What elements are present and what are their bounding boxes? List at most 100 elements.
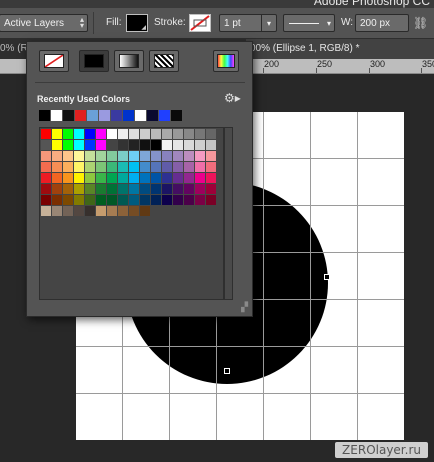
- recent-color-swatch[interactable]: [39, 110, 50, 121]
- color-swatch[interactable]: [74, 129, 84, 139]
- solid-color-button[interactable]: [79, 50, 109, 72]
- color-swatch[interactable]: [129, 184, 139, 194]
- color-swatch[interactable]: [162, 184, 172, 194]
- color-swatch[interactable]: [206, 195, 216, 205]
- color-swatch[interactable]: [162, 173, 172, 183]
- stroke-swatch[interactable]: [189, 14, 211, 32]
- recent-color-swatch[interactable]: [63, 110, 74, 121]
- color-swatch[interactable]: [173, 151, 183, 161]
- color-swatch[interactable]: [63, 184, 73, 194]
- color-swatch[interactable]: [74, 162, 84, 172]
- color-swatch[interactable]: [107, 140, 117, 150]
- color-swatch[interactable]: [162, 129, 172, 139]
- color-swatch[interactable]: [41, 140, 51, 150]
- chevron-down-icon[interactable]: ▾: [261, 15, 276, 31]
- swatch-scrollbar[interactable]: [224, 127, 233, 300]
- color-swatch[interactable]: [206, 162, 216, 172]
- color-swatch[interactable]: [129, 151, 139, 161]
- color-swatch[interactable]: [52, 206, 62, 216]
- gradient-button[interactable]: [114, 50, 144, 72]
- color-swatch[interactable]: [85, 151, 95, 161]
- color-swatch[interactable]: [195, 195, 205, 205]
- color-swatch[interactable]: [129, 140, 139, 150]
- color-swatch[interactable]: [184, 173, 194, 183]
- stroke-width-field[interactable]: 1 pt ▾: [219, 14, 277, 32]
- color-swatch[interactable]: [107, 206, 117, 216]
- color-swatch[interactable]: [63, 129, 73, 139]
- color-swatch[interactable]: [206, 184, 216, 194]
- recent-color-swatch[interactable]: [51, 110, 62, 121]
- color-swatch[interactable]: [140, 162, 150, 172]
- color-swatch[interactable]: [52, 184, 62, 194]
- color-swatch[interactable]: [118, 140, 128, 150]
- color-swatch[interactable]: [140, 206, 150, 216]
- color-swatch[interactable]: [118, 151, 128, 161]
- layers-dropdown[interactable]: Active Layers ▴ ▾: [0, 14, 88, 32]
- color-picker-button[interactable]: [213, 50, 239, 72]
- color-swatch[interactable]: [140, 184, 150, 194]
- color-swatch[interactable]: [140, 140, 150, 150]
- color-swatch[interactable]: [184, 195, 194, 205]
- color-swatch[interactable]: [74, 140, 84, 150]
- recent-color-swatch[interactable]: [147, 110, 158, 121]
- color-swatch[interactable]: [96, 184, 106, 194]
- color-swatch[interactable]: [195, 162, 205, 172]
- color-swatch[interactable]: [41, 151, 51, 161]
- color-swatch[interactable]: [107, 184, 117, 194]
- color-swatch[interactable]: [184, 151, 194, 161]
- tab-previous-document[interactable]: 0% (R: [0, 39, 28, 59]
- recent-color-swatch[interactable]: [87, 110, 98, 121]
- stroke-type-dropdown[interactable]: ▾: [283, 14, 335, 32]
- color-swatch[interactable]: [52, 140, 62, 150]
- color-swatch[interactable]: [162, 140, 172, 150]
- color-swatch[interactable]: [151, 184, 161, 194]
- color-swatch[interactable]: [85, 162, 95, 172]
- color-swatch[interactable]: [96, 129, 106, 139]
- color-swatch[interactable]: [151, 129, 161, 139]
- color-swatch[interactable]: [107, 129, 117, 139]
- color-swatch[interactable]: [96, 195, 106, 205]
- color-swatch[interactable]: [129, 195, 139, 205]
- color-swatch[interactable]: [151, 195, 161, 205]
- width-field[interactable]: 200 px: [355, 14, 409, 32]
- color-swatch[interactable]: [74, 206, 84, 216]
- color-swatch[interactable]: [129, 206, 139, 216]
- color-swatch[interactable]: [63, 195, 73, 205]
- color-swatch[interactable]: [206, 173, 216, 183]
- no-color-button[interactable]: [39, 50, 69, 72]
- color-swatch[interactable]: [74, 184, 84, 194]
- color-swatch[interactable]: [63, 162, 73, 172]
- color-swatch[interactable]: [195, 129, 205, 139]
- color-swatch[interactable]: [41, 129, 51, 139]
- color-swatch[interactable]: [52, 129, 62, 139]
- color-swatch[interactable]: [140, 129, 150, 139]
- recent-color-swatch[interactable]: [159, 110, 170, 121]
- color-swatch[interactable]: [195, 151, 205, 161]
- color-swatch[interactable]: [96, 162, 106, 172]
- color-swatch[interactable]: [74, 173, 84, 183]
- color-swatch[interactable]: [96, 173, 106, 183]
- color-swatch[interactable]: [41, 206, 51, 216]
- color-swatch[interactable]: [129, 162, 139, 172]
- color-swatch[interactable]: [140, 173, 150, 183]
- color-swatch[interactable]: [85, 173, 95, 183]
- anchor-point[interactable]: [224, 368, 230, 374]
- color-swatch[interactable]: [118, 206, 128, 216]
- recent-color-swatch[interactable]: [135, 110, 146, 121]
- color-swatch[interactable]: [85, 195, 95, 205]
- color-swatch[interactable]: [118, 173, 128, 183]
- color-swatch[interactable]: [85, 206, 95, 216]
- color-swatch[interactable]: [151, 151, 161, 161]
- color-swatch[interactable]: [52, 151, 62, 161]
- color-swatch[interactable]: [195, 140, 205, 150]
- fill-swatch[interactable]: ◢: [126, 14, 148, 32]
- color-swatch[interactable]: [107, 173, 117, 183]
- color-swatch[interactable]: [74, 151, 84, 161]
- link-icon[interactable]: ⛓: [413, 16, 428, 30]
- recent-color-swatch[interactable]: [123, 110, 134, 121]
- color-swatch[interactable]: [206, 151, 216, 161]
- color-swatch[interactable]: [118, 195, 128, 205]
- color-swatch[interactable]: [151, 173, 161, 183]
- color-swatch[interactable]: [63, 173, 73, 183]
- color-swatch[interactable]: [151, 162, 161, 172]
